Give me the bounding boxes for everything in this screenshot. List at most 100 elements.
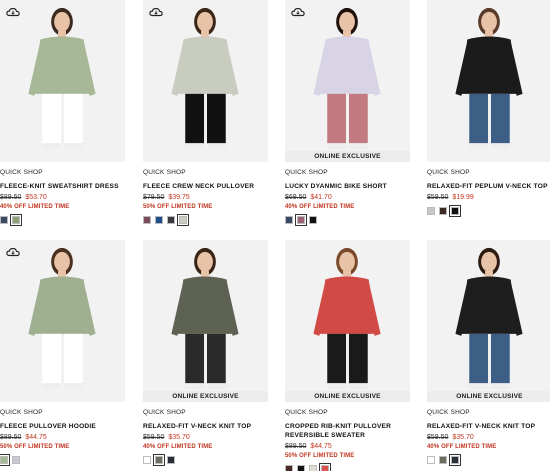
model-photo	[313, 247, 381, 390]
model-photo	[171, 7, 239, 150]
cloud-icon	[291, 7, 305, 17]
promo-text: 50% OFF LIMITED TIME	[0, 444, 70, 450]
color-swatch[interactable]	[285, 465, 293, 471]
price: $89.50 $53.70	[0, 194, 125, 201]
price: $69.50 $41.70	[285, 194, 410, 201]
product-name[interactable]: FLEECE-KNIT SWEATSHIRT DRESS	[0, 182, 125, 191]
product-name[interactable]: RELAXED-FIT V-NECK KNIT TOP	[143, 422, 268, 431]
color-swatches	[285, 463, 410, 471]
sale-price: $35.70	[452, 434, 474, 441]
sale-price: $53.70	[25, 194, 47, 201]
color-swatch[interactable]	[143, 216, 151, 224]
product-card[interactable]: QUICK SHOP FLEECE PULLOVER HOODIE $89.50…	[0, 240, 125, 466]
product-name[interactable]: RELAXED-FIT V-NECK KNIT TOP	[427, 422, 550, 431]
product-name[interactable]: FLEECE CREW NECK PULLOVER	[143, 182, 268, 191]
price: $59.50 $19.99	[427, 194, 550, 201]
color-swatch[interactable]	[319, 463, 331, 471]
color-swatch[interactable]	[309, 216, 317, 224]
color-swatch[interactable]	[295, 214, 307, 226]
product-image[interactable]	[0, 240, 125, 402]
product-name[interactable]: CROPPED RIB-KNIT PULLOVER REVERSIBLE SWE…	[285, 422, 410, 440]
original-price: $59.50	[427, 194, 449, 201]
quick-shop-link[interactable]: QUICK SHOP	[0, 409, 125, 416]
color-swatch[interactable]	[167, 456, 175, 464]
model-photo	[455, 7, 523, 150]
promo-text: 50% OFF LIMITED TIME	[285, 453, 355, 459]
quick-shop-link[interactable]: QUICK SHOP	[427, 409, 550, 416]
color-swatch[interactable]	[449, 454, 461, 466]
product-card[interactable]: ONLINE EXCLUSIVE QUICK SHOP RELAXED-FIT …	[143, 240, 268, 466]
quick-shop-link[interactable]: QUICK SHOP	[0, 169, 125, 176]
color-swatch[interactable]	[0, 454, 10, 466]
product-name[interactable]: LUCKY DYANMIC BIKE SHORT	[285, 182, 410, 191]
sale-price: $44.75	[310, 443, 332, 450]
product-image[interactable]	[143, 0, 268, 162]
color-swatch[interactable]	[309, 465, 317, 471]
product-name[interactable]: RELAXED-FIT PEPLUM V-NECK TOP	[427, 182, 550, 191]
color-swatches	[0, 214, 125, 226]
color-swatch[interactable]	[155, 216, 163, 224]
sale-price: $44.75	[25, 434, 47, 441]
online-exclusive-badge: ONLINE EXCLUSIVE	[285, 391, 410, 402]
product-image[interactable]	[0, 0, 125, 162]
original-price: $59.50	[143, 434, 165, 441]
online-exclusive-badge: ONLINE EXCLUSIVE	[143, 391, 268, 402]
color-swatch[interactable]	[439, 207, 447, 215]
product-card[interactable]: ONLINE EXCLUSIVE QUICK SHOP CROPPED RIB-…	[285, 240, 410, 471]
color-swatches	[143, 454, 268, 466]
color-swatch[interactable]	[427, 456, 435, 464]
product-image[interactable]: ONLINE EXCLUSIVE	[285, 0, 410, 162]
model-photo	[28, 7, 96, 150]
product-card[interactable]: ONLINE EXCLUSIVE QUICK SHOP LUCKY DYANMI…	[285, 0, 410, 226]
color-swatches	[427, 454, 550, 466]
online-exclusive-badge: ONLINE EXCLUSIVE	[427, 391, 550, 402]
price: $89.50 $44.75	[0, 434, 125, 441]
product-card[interactable]: QUICK SHOP FLEECE-KNIT SWEATSHIRT DRESS …	[0, 0, 125, 226]
model-photo	[171, 247, 239, 390]
original-price: $59.50	[427, 434, 449, 441]
product-image[interactable]: ONLINE EXCLUSIVE	[427, 240, 550, 402]
promo-text: 50% OFF LIMITED TIME	[143, 204, 213, 210]
color-swatches	[427, 205, 550, 217]
color-swatch[interactable]	[143, 456, 151, 464]
product-card[interactable]: ONLINE EXCLUSIVE QUICK SHOP RELAXED-FIT …	[427, 240, 550, 466]
color-swatch[interactable]	[10, 214, 22, 226]
color-swatch[interactable]	[449, 205, 461, 217]
sale-price: $41.70	[310, 194, 332, 201]
quick-shop-link[interactable]: QUICK SHOP	[285, 169, 410, 176]
product-image[interactable]	[427, 0, 550, 162]
promo-text: 40% OFF LIMITED TIME	[0, 204, 70, 210]
product-name[interactable]: FLEECE PULLOVER HOODIE	[0, 422, 125, 431]
color-swatch[interactable]	[285, 216, 293, 224]
original-price: $89.50	[0, 194, 22, 201]
original-price: $79.50	[143, 194, 165, 201]
color-swatch[interactable]	[12, 456, 20, 464]
product-card[interactable]: QUICK SHOP FLEECE CREW NECK PULLOVER $79…	[143, 0, 268, 226]
quick-shop-link[interactable]: QUICK SHOP	[143, 409, 268, 416]
sale-price: $35.70	[168, 434, 190, 441]
color-swatch[interactable]	[167, 216, 175, 224]
color-swatch[interactable]	[153, 454, 165, 466]
promo-text: 40% OFF LIMITED TIME	[143, 444, 213, 450]
cloud-icon	[149, 7, 163, 17]
cloud-icon	[6, 7, 20, 17]
sale-price: $39.75	[168, 194, 190, 201]
quick-shop-link[interactable]: QUICK SHOP	[285, 409, 410, 416]
sale-price: $19.99	[452, 194, 474, 201]
product-image[interactable]: ONLINE EXCLUSIVE	[285, 240, 410, 402]
color-swatches	[0, 454, 125, 466]
online-exclusive-badge: ONLINE EXCLUSIVE	[285, 151, 410, 162]
color-swatch[interactable]	[0, 216, 8, 224]
product-image[interactable]: ONLINE EXCLUSIVE	[143, 240, 268, 402]
color-swatch[interactable]	[297, 465, 305, 471]
quick-shop-link[interactable]: QUICK SHOP	[427, 169, 550, 176]
color-swatch[interactable]	[427, 207, 435, 215]
price: $59.50 $35.70	[427, 434, 550, 441]
price: $79.50 $39.75	[143, 194, 268, 201]
product-card[interactable]: QUICK SHOP RELAXED-FIT PEPLUM V-NECK TOP…	[427, 0, 550, 217]
original-price: $89.50	[0, 434, 22, 441]
cloud-icon	[6, 247, 20, 257]
color-swatch[interactable]	[177, 214, 189, 226]
color-swatch[interactable]	[439, 456, 447, 464]
quick-shop-link[interactable]: QUICK SHOP	[143, 169, 268, 176]
